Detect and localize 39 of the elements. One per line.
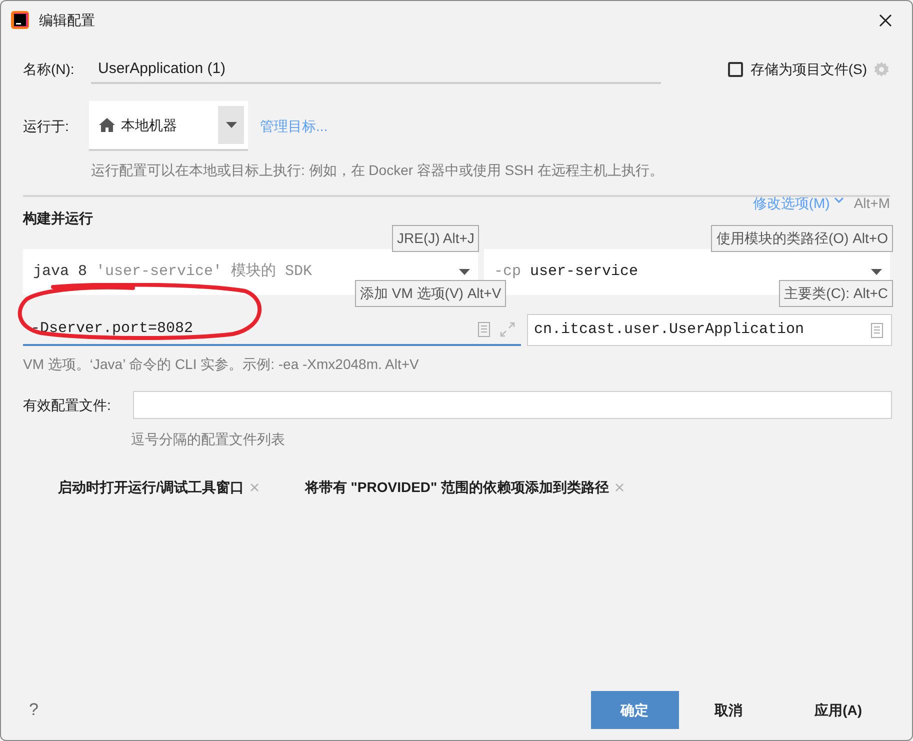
remove-icon[interactable]	[250, 483, 259, 492]
shortcut-text: Alt+M	[854, 194, 890, 213]
tooltip: 使用模块的类路径(O) Alt+O	[711, 225, 893, 252]
field-label: 有效配置文件:	[23, 396, 112, 414]
dialog-button[interactable]: 取消	[708, 691, 749, 729]
tooltip: JRE(J) Alt+J	[392, 225, 480, 252]
tooltip: 添加 VM 选项(V) Alt+V	[355, 280, 506, 307]
caret-icon	[871, 269, 882, 275]
app-logo-icon	[11, 11, 29, 29]
field-label: 名称(N):	[23, 60, 76, 79]
section-title: 构建并运行	[23, 209, 93, 228]
home-icon	[99, 118, 115, 132]
option-tag: 启动时打开运行/调试工具窗口	[58, 477, 244, 498]
main-class-field[interactable]: cn.itcast.user.UserApplication	[527, 314, 892, 346]
hint-text: 逗号分隔的配置文件列表	[131, 430, 286, 449]
window-title: 编辑配置	[39, 10, 95, 30]
document-icon[interactable]	[478, 322, 490, 336]
dialog-button[interactable]: 确定	[590, 691, 679, 729]
profiles-field[interactable]	[133, 391, 892, 419]
checkbox[interactable]	[728, 62, 744, 76]
chevron-down-icon	[834, 197, 844, 203]
option-tag: 将带有 "PROVIDED" 范围的依赖项添加到类路径	[304, 477, 610, 498]
help-button[interactable]: ?	[29, 697, 38, 723]
expand-icon[interactable]	[500, 322, 515, 336]
target-dropdown[interactable]: 本地机器	[89, 101, 248, 151]
remove-icon[interactable]	[615, 483, 624, 492]
close-icon[interactable]	[879, 14, 892, 26]
tooltip: 主要类(C): Alt+C	[779, 280, 893, 307]
caret-icon	[226, 122, 236, 128]
caret-icon	[459, 269, 470, 275]
name-field[interactable]: UserApplication (1)	[91, 54, 661, 84]
document-icon[interactable]	[871, 322, 883, 338]
dialog-button[interactable]: 应用(A)	[808, 691, 868, 729]
hint-text: 运行配置可以在本地或目标上执行: 例如，在 Docker 容器中或使用 SSH 在远程主机上执行。	[91, 161, 664, 180]
settings-icon[interactable]	[873, 60, 890, 78]
hint-text: VM 选项。‘Java’ 命令的 CLI 实参。示例: -ea -Xmx2048m. Alt+V	[23, 355, 420, 374]
checkbox-label: 存储为项目文件(S)	[750, 60, 867, 79]
field-label: 运行于:	[23, 116, 70, 136]
vm-options-field[interactable]: -Dserver.port=8082	[23, 314, 521, 346]
